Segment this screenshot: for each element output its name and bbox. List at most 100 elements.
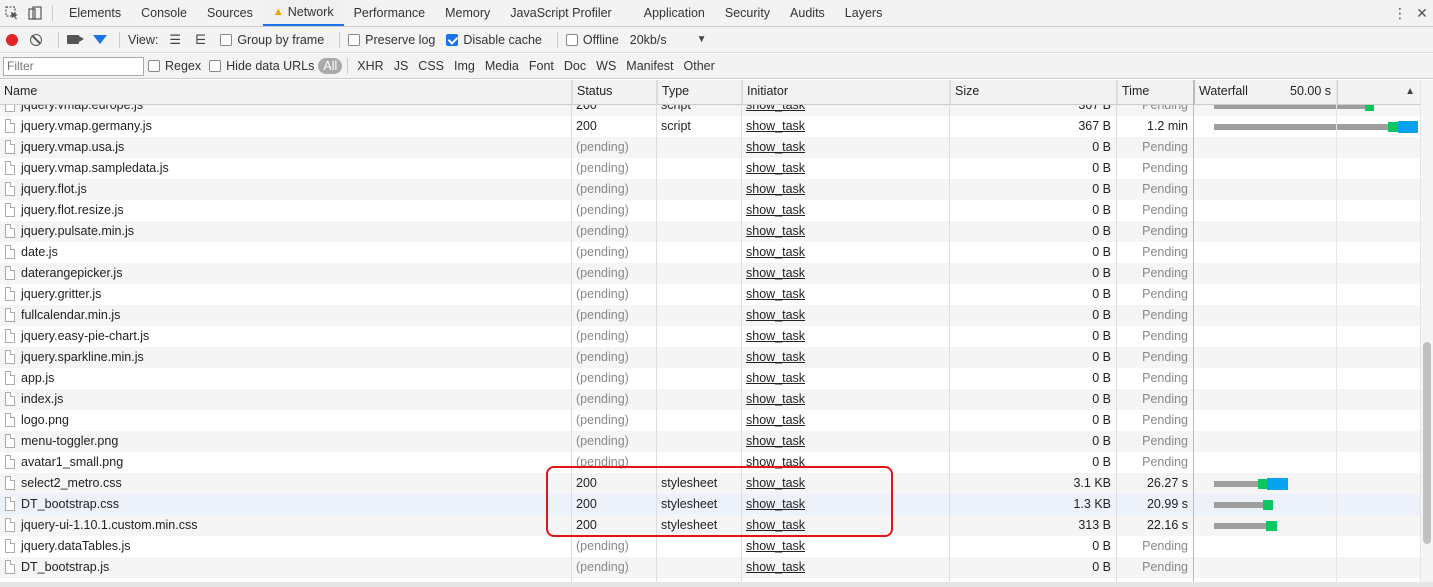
more-options-icon[interactable]: ⋮ (1389, 5, 1411, 22)
preserve-log-checkbox[interactable]: Preserve log (348, 33, 435, 47)
initiator-cell[interactable]: show_task (742, 473, 949, 494)
initiator-cell[interactable]: show_task (742, 105, 949, 116)
waterfall-wait-bar[interactable] (1214, 124, 1388, 130)
initiator-cell[interactable]: show_task (742, 410, 949, 431)
offline-checkbox[interactable]: Offline (565, 33, 619, 47)
column-header-time[interactable]: Time (1117, 80, 1194, 104)
column-header-waterfall[interactable]: Waterfall 50.00 s ▲ (1194, 80, 1420, 104)
initiator-cell[interactable]: show_task (742, 200, 949, 221)
chevron-down-icon[interactable]: ▼ (697, 34, 707, 45)
record-icon[interactable] (6, 33, 18, 46)
table-row[interactable]: jquery.dataTables.js (pending) show_task 0 … (0, 536, 1420, 557)
initiator-cell[interactable]: show_task (742, 368, 949, 389)
sort-ascending-icon[interactable]: ▲ (1405, 80, 1415, 103)
type-filter-media[interactable]: Media (481, 58, 523, 74)
large-rows-icon[interactable]: ☰ (169, 32, 181, 48)
clear-icon[interactable] (30, 33, 42, 46)
initiator-cell[interactable]: show_task (742, 494, 949, 515)
column-header-status[interactable]: Status (572, 80, 657, 104)
initiator-cell[interactable]: show_task (742, 536, 949, 557)
table-row[interactable]: avatar1_small.png (pending) show_task 0 B Pe… (0, 452, 1420, 473)
type-filter-xhr[interactable]: XHR (353, 58, 387, 74)
table-row[interactable]: select2_metro.css 200 stylesheet show_task 3… (0, 473, 1420, 494)
tab-javascript-profiler[interactable]: JavaScript Profiler (500, 0, 621, 26)
scrollbar-thumb[interactable] (1423, 342, 1431, 544)
group-by-frame-checkbox[interactable]: Group by frame (220, 33, 324, 47)
waterfall-ttfb-bar[interactable] (1365, 105, 1374, 111)
initiator-cell[interactable]: show_task (742, 179, 949, 200)
table-row[interactable]: logo.png (pending) show_task 0 B Pending (0, 410, 1420, 431)
initiator-cell[interactable]: show_task (742, 221, 949, 242)
waterfall-wait-bar[interactable] (1214, 481, 1258, 487)
initiator-cell[interactable]: show_task (742, 263, 949, 284)
initiator-cell[interactable]: show_task (742, 305, 949, 326)
waterfall-ttfb-bar[interactable] (1263, 500, 1273, 510)
filter-input[interactable] (3, 56, 144, 76)
table-row[interactable]: jquery-ui-1.10.1.custom.min.css 200 styles… (0, 515, 1420, 536)
initiator-cell[interactable]: show_task (742, 158, 949, 179)
initiator-cell[interactable]: show_task (742, 431, 949, 452)
type-filter-manifest[interactable]: Manifest (622, 58, 677, 74)
initiator-cell[interactable]: show_task (742, 515, 949, 536)
checkbox-checked-icon[interactable] (446, 33, 459, 46)
type-filter-js[interactable]: JS (390, 58, 413, 74)
column-header-initiator[interactable]: Initiator (742, 80, 950, 104)
initiator-cell[interactable]: show_task (742, 242, 949, 263)
table-row[interactable]: DT_bootstrap.js (pending) show_task 0 B Pend… (0, 557, 1420, 578)
waterfall-ttfb-bar[interactable] (1266, 521, 1277, 531)
filter-icon[interactable] (93, 35, 107, 44)
table-row[interactable]: jquery.vmap.europe.js 200 script show_task 3… (0, 105, 1420, 116)
table-row[interactable]: daterangepicker.js (pending) show_task 0 B P… (0, 263, 1420, 284)
waterfall-wait-bar[interactable] (1214, 105, 1365, 109)
throttling-select[interactable]: 20kb/s ▼ (630, 33, 707, 47)
hide-data-urls-checkbox[interactable]: Hide data URLs (209, 59, 314, 73)
table-row[interactable]: jquery.pulsate.min.js (pending) show_task 0… (0, 221, 1420, 242)
checkbox-icon[interactable] (209, 60, 222, 72)
initiator-cell[interactable]: show_task (742, 452, 949, 473)
column-header-type[interactable]: Type (657, 80, 742, 104)
column-header-name[interactable]: Name (0, 80, 572, 104)
waterfall-ttfb-bar[interactable] (1388, 122, 1398, 132)
waterfall-wait-bar[interactable] (1214, 523, 1266, 529)
disable-cache-checkbox[interactable]: Disable cache (446, 33, 542, 47)
initiator-cell[interactable]: show_task (742, 557, 949, 578)
capture-screenshots-icon[interactable] (67, 35, 84, 44)
tab-layers[interactable]: Layers (835, 0, 893, 26)
vertical-scrollbar[interactable] (1420, 80, 1433, 585)
device-toolbar-icon[interactable] (23, 0, 46, 26)
initiator-cell[interactable]: show_task (742, 347, 949, 368)
type-filter-other[interactable]: Other (680, 58, 719, 74)
checkbox-icon[interactable] (565, 33, 578, 46)
table-row[interactable]: jquery.vmap.germany.js 200 script show_task… (0, 116, 1420, 137)
table-row[interactable]: jquery.vmap.usa.js (pending) show_task 0 B P… (0, 137, 1420, 158)
tab-audits[interactable]: Audits (780, 0, 835, 26)
column-header-size[interactable]: Size (950, 80, 1117, 104)
type-filter-ws[interactable]: WS (592, 58, 620, 74)
initiator-cell[interactable]: show_task (742, 326, 949, 347)
table-row[interactable]: jquery.flot.resize.js (pending) show_task 0… (0, 200, 1420, 221)
tab-memory[interactable]: Memory (435, 0, 500, 26)
checkbox-icon[interactable] (348, 33, 361, 46)
initiator-cell[interactable]: show_task (742, 284, 949, 305)
inspect-element-icon[interactable] (0, 0, 23, 26)
waterfall-download-bar[interactable] (1398, 121, 1418, 133)
table-row[interactable]: menu-toggler.png (pending) show_task 0 B Pen… (0, 431, 1420, 452)
initiator-cell[interactable]: show_task (742, 116, 949, 137)
tab-network[interactable]: ▲ Network (262, 0, 344, 26)
checkbox-icon[interactable] (148, 60, 160, 72)
waterfall-download-bar[interactable] (1267, 478, 1288, 490)
table-row[interactable]: jquery.easy-pie-chart.js (pending) show_ta… (0, 326, 1420, 347)
waterfall-wait-bar[interactable] (1214, 502, 1263, 508)
table-row[interactable]: jquery.flot.js (pending) show_task 0 B Pendi… (0, 179, 1420, 200)
table-row[interactable]: date.js (pending) show_task 0 B Pending (0, 242, 1420, 263)
waterfall-ttfb-bar[interactable] (1258, 479, 1267, 489)
type-filter-all[interactable]: All (318, 58, 343, 74)
tab-application[interactable]: Application (634, 0, 715, 26)
table-row[interactable]: jquery.gritter.js (pending) show_task 0 B Pe… (0, 284, 1420, 305)
close-icon[interactable]: ✕ (1411, 5, 1433, 22)
table-row[interactable]: DT_bootstrap.css 200 stylesheet show_task 1.… (0, 494, 1420, 515)
type-filter-css[interactable]: CSS (414, 58, 448, 74)
type-filter-doc[interactable]: Doc (560, 58, 590, 74)
tab-security[interactable]: Security (715, 0, 780, 26)
tab-console[interactable]: Console (131, 0, 197, 26)
